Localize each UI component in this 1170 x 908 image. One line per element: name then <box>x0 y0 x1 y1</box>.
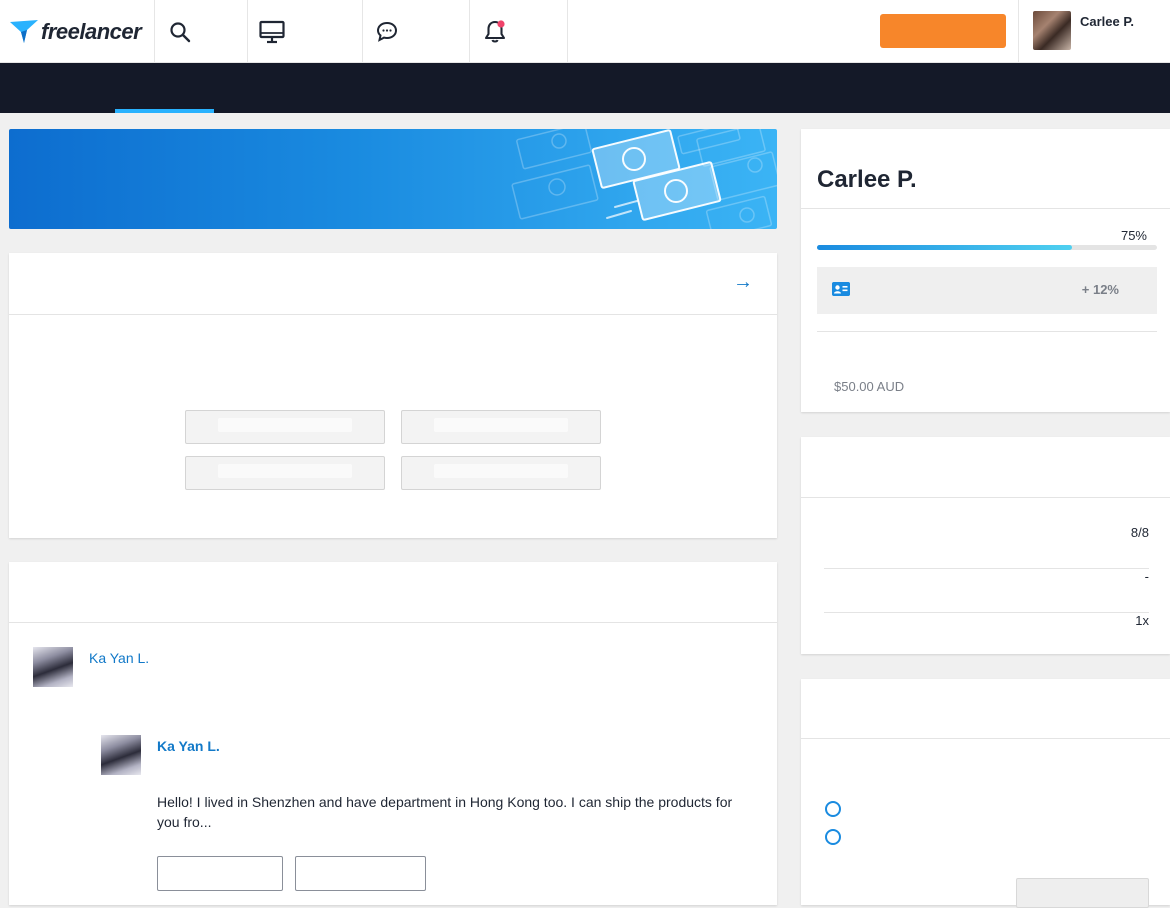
user-name: Carlee P. <box>1080 14 1134 29</box>
profile-progress-percent: 75% <box>1120 228 1147 243</box>
arrow-right-icon[interactable]: → <box>733 271 753 294</box>
chat-bubble-icon <box>376 21 398 42</box>
profile-card: Carlee P. 75% + 12% $50.00 AUD <box>801 129 1170 412</box>
stats-card-header <box>801 437 1170 498</box>
user-menu[interactable]: Carlee P. <box>1018 0 1170 63</box>
options-card-header <box>801 679 1170 739</box>
money-illustration-icon <box>511 129 777 229</box>
placeholder-button-3[interactable] <box>185 456 385 490</box>
logo-text: freelancer <box>41 18 142 44</box>
stat-value: - <box>1144 569 1149 584</box>
placeholder-button-1[interactable] <box>185 410 385 444</box>
reply-message-text: Hello! I lived in Shenzhen and have depa… <box>157 794 733 830</box>
active-tab-indicator[interactable] <box>115 109 214 113</box>
nav-notifications-button[interactable] <box>470 0 568 63</box>
id-card-icon <box>832 282 850 296</box>
stats-card: 8/8 - 1x <box>801 437 1170 654</box>
profile-progress-fill <box>817 245 1072 250</box>
verification-row[interactable]: + 12% <box>817 267 1157 314</box>
avatar <box>1033 11 1071 50</box>
proposal-card-header: → <box>9 253 777 315</box>
freelancer-logo[interactable]: freelancer <box>0 0 155 63</box>
profile-progress-bar <box>817 245 1157 250</box>
nav-dashboard-button[interactable] <box>248 0 363 63</box>
top-navigation-bar: freelancer Carlee P. <box>0 0 1170 63</box>
bell-icon <box>484 19 506 42</box>
bids-card: Ka Yan L. Ka Yan L. Hello! I lived in Sh… <box>9 562 777 905</box>
bird-logo-icon <box>10 19 38 43</box>
nav-messages-button[interactable] <box>363 0 470 63</box>
radio-option-2[interactable] <box>825 829 841 845</box>
proposal-card: → <box>9 253 777 538</box>
reply-action-button-2[interactable] <box>295 856 426 891</box>
reply-author-avatar[interactable] <box>101 735 141 775</box>
post-project-button[interactable] <box>880 14 1006 48</box>
bidder-avatar[interactable] <box>33 647 73 687</box>
bids-card-header <box>9 562 777 623</box>
project-sub-navigation <box>0 63 1170 113</box>
promo-banner[interactable] <box>9 129 777 229</box>
account-balance: $50.00 AUD <box>834 379 905 394</box>
reply-action-button-1[interactable] <box>157 856 283 891</box>
monitor-icon <box>259 20 285 43</box>
verification-gain: + 12% <box>1081 282 1119 297</box>
profile-name: Carlee P. <box>817 166 917 193</box>
placeholder-button-2[interactable] <box>401 410 601 444</box>
stat-row: - <box>824 569 1149 613</box>
stat-row: 8/8 <box>824 525 1149 569</box>
stat-row: 1x <box>824 613 1149 657</box>
reply-author-link[interactable]: Ka Yan L. <box>157 738 220 754</box>
options-submit-button[interactable] <box>1016 878 1149 908</box>
stat-value: 1x <box>1135 613 1149 628</box>
bidder-name-link[interactable]: Ka Yan L. <box>89 650 149 666</box>
search-icon <box>170 21 191 42</box>
stat-value: 8/8 <box>1130 525 1149 540</box>
divider <box>801 208 1170 209</box>
divider <box>817 331 1157 332</box>
options-card <box>801 679 1170 908</box>
placeholder-button-4[interactable] <box>401 456 601 490</box>
nav-search-button[interactable] <box>155 0 248 63</box>
notification-dot <box>497 19 505 28</box>
radio-option-1[interactable] <box>825 801 841 817</box>
